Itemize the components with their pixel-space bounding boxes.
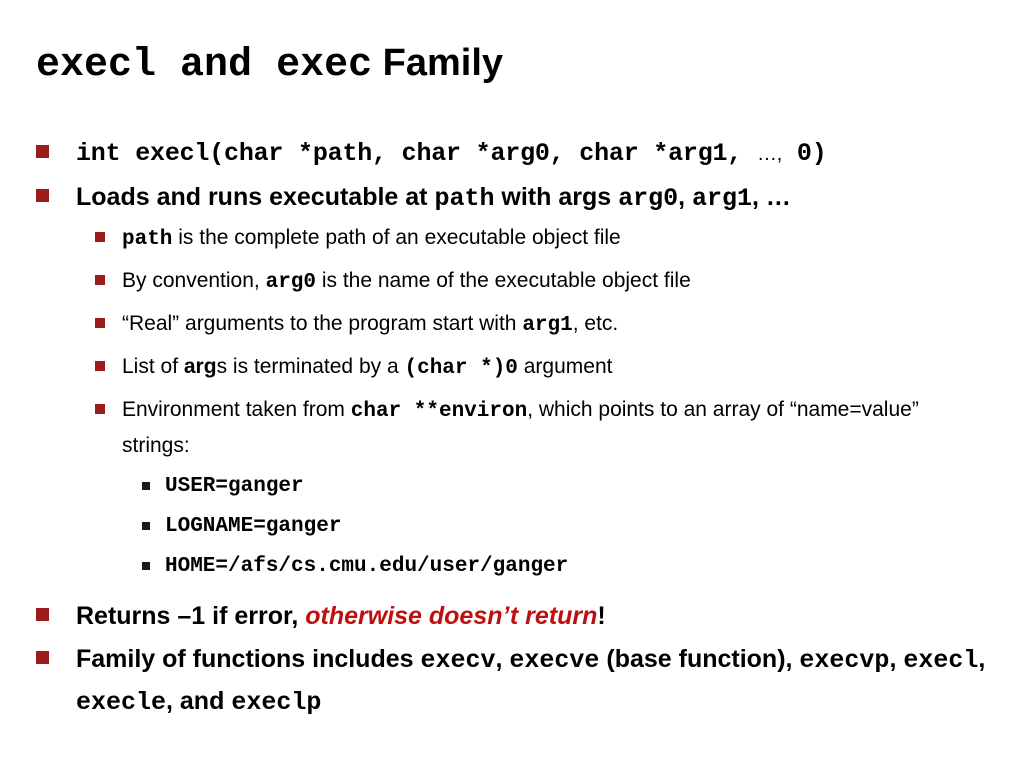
env-var-item: LOGNAME=ganger — [0, 510, 1024, 543]
family-part4: , — [889, 645, 904, 673]
bullet-text: Family of functions includes execv, exec… — [76, 639, 1024, 723]
loads-part4: , … — [752, 183, 791, 211]
terminator-part2: s is terminated by a — [216, 355, 405, 378]
terminator-part3: argument — [517, 355, 613, 378]
path-code: path — [122, 228, 173, 251]
signature-ellipsis: …, — [756, 143, 783, 165]
env-var-text: LOGNAME=ganger — [165, 515, 342, 538]
family-code-execvp: execvp — [799, 646, 890, 675]
convention-part1: By convention, — [122, 269, 266, 292]
real-args-part1: “Real” arguments to the program start wi… — [122, 312, 523, 335]
family-part2: , — [495, 645, 510, 673]
subbullet-text: “Real” arguments to the program start wi… — [122, 307, 962, 343]
env-var-text: USER=ganger — [165, 475, 304, 498]
family-code-execl: execl — [903, 646, 979, 675]
returns-part2: ! — [597, 602, 606, 630]
terminator-bold-arg: arg — [183, 355, 217, 378]
signature-code: int execl(char *path, char *arg0, char *… — [76, 139, 743, 168]
subbullet-marker-square — [95, 232, 105, 242]
env-bullet-marker-square — [142, 522, 150, 530]
subbullet-text: List of args is terminated by a (char *)… — [122, 350, 962, 386]
bullet-text: Loads and runs executable at path with a… — [76, 177, 1024, 219]
bullet-execl-signature: int execl(char *path, char *arg0, char *… — [0, 133, 1024, 175]
bullet-marker-square — [36, 189, 49, 202]
family-code-execlp: execlp — [231, 688, 322, 717]
family-part6: , and — [166, 687, 232, 715]
convention-code-arg0: arg0 — [265, 271, 317, 294]
title-suffix: Family — [382, 42, 504, 84]
title-code-exec: exec — [276, 43, 373, 88]
subbullet-arg0-convention: By convention, arg0 is the name of the e… — [0, 264, 1024, 300]
loads-code-arg0: arg0 — [618, 184, 679, 213]
family-code-execv: execv — [420, 646, 496, 675]
family-part5: , — [978, 645, 986, 673]
loads-code-path: path — [434, 184, 495, 213]
slide-body: int execl(char *path, char *arg0, char *… — [0, 133, 1024, 725]
env-var-text: HOME=/afs/cs.cmu.edu/user/ganger — [165, 555, 569, 578]
family-code-execve: execve — [509, 646, 600, 675]
bullet-exec-family-list: Family of functions includes execv, exec… — [0, 639, 1024, 723]
real-args-code-arg1: arg1 — [522, 314, 573, 337]
subbullet-text: Environment taken from char **environ, w… — [122, 393, 962, 463]
subbullet-text: By convention, arg0 is the name of the e… — [122, 264, 962, 300]
loads-code-arg1: arg1 — [692, 184, 753, 213]
signature-tail: 0) — [796, 139, 827, 168]
bullet-marker-square — [36, 145, 49, 158]
family-part1: Family of functions includes — [76, 645, 421, 673]
subbullet-arg-list-terminator: List of args is terminated by a (char *)… — [0, 350, 1024, 386]
env-bullet-marker-square — [142, 482, 150, 490]
loads-part2: with args — [494, 183, 619, 211]
path-desc-text: is the complete path of an executable ob… — [172, 226, 621, 249]
title-conjunction: and — [180, 43, 253, 88]
real-args-part2: , etc. — [572, 312, 619, 335]
subbullet-text: path is the complete path of an executab… — [122, 221, 962, 257]
bullet-return-value: Returns –1 if error, otherwise doesn’t r… — [0, 596, 1024, 637]
subbullet-marker-square — [95, 318, 105, 328]
subbullet-real-arguments: “Real” arguments to the program start wi… — [0, 307, 1024, 343]
subbullet-marker-square — [95, 404, 105, 414]
environment-code-environ: char **environ — [350, 400, 528, 423]
returns-emphasis: otherwise doesn’t return — [305, 602, 598, 630]
bullet-text: int execl(char *path, char *arg0, char *… — [76, 133, 1024, 175]
environment-part1: Environment taken from — [122, 398, 351, 421]
bullet-text: Returns –1 if error, otherwise doesn’t r… — [76, 596, 1024, 637]
slide-title: execl and exec Family — [36, 40, 996, 87]
subbullet-marker-square — [95, 361, 105, 371]
title-code-execl: execl — [36, 43, 157, 88]
bullet-marker-square — [36, 608, 49, 621]
bullet-marker-square — [36, 651, 49, 664]
terminator-code-charptr0: (char *)0 — [404, 357, 518, 380]
returns-part1: Returns –1 if error, — [76, 602, 306, 630]
slide-canvas: execl and exec Family int execl(char *pa… — [0, 0, 1024, 768]
env-var-item: USER=ganger — [0, 470, 1024, 503]
family-part3: (base function), — [599, 645, 800, 673]
subbullet-environment: Environment taken from char **environ, w… — [0, 393, 1024, 463]
subbullet-path-description: path is the complete path of an executab… — [0, 221, 1024, 257]
convention-part2: is the name of the executable object fil… — [316, 269, 691, 292]
env-var-item: HOME=/afs/cs.cmu.edu/user/ganger — [0, 550, 1024, 583]
bullet-loads-and-runs: Loads and runs executable at path with a… — [0, 177, 1024, 219]
env-bullet-marker-square — [142, 562, 150, 570]
terminator-part1: List of — [122, 355, 184, 378]
family-code-execle: execle — [76, 688, 167, 717]
subbullet-marker-square — [95, 275, 105, 285]
loads-part3: , — [678, 183, 693, 211]
loads-part1: Loads and runs executable at — [76, 183, 435, 211]
